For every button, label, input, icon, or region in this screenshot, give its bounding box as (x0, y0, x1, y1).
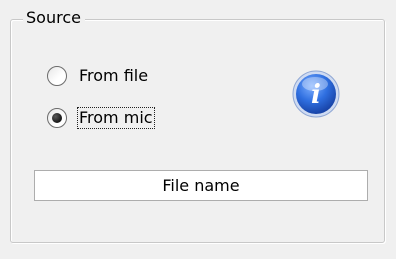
radio-from-file-label[interactable]: From file (78, 66, 149, 86)
radio-from-mic-label[interactable]: From mic (77, 107, 155, 129)
source-group-title: Source (23, 8, 85, 28)
info-glyph: i (311, 80, 321, 110)
radio-from-file[interactable]: From file (47, 64, 149, 88)
radio-selected-dot (52, 113, 62, 123)
file-name-button[interactable]: File name (34, 170, 368, 201)
radio-button-icon[interactable] (47, 66, 67, 86)
source-groupbox (10, 19, 385, 243)
radio-button-icon[interactable] (47, 108, 67, 128)
info-icon: i (292, 70, 340, 118)
radio-from-mic[interactable]: From mic (47, 106, 155, 130)
